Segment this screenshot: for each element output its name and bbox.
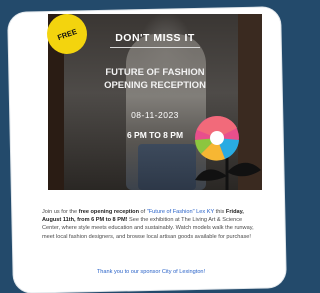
model-jeans: [138, 144, 196, 190]
sponsor-thanks-link[interactable]: Thank you to our sponsor City of Lexingt…: [42, 269, 260, 275]
future-of-fashion-link[interactable]: "Future of Fashion" Lex KY: [147, 209, 214, 215]
event-description: Join us for the free opening reception o…: [42, 209, 254, 240]
event-title-line2: OPENING RECEPTION: [104, 80, 206, 91]
heading-rule: [110, 47, 200, 48]
event-title-line1: FUTURE OF FASHION: [105, 67, 205, 78]
free-badge-label: FREE: [56, 26, 78, 42]
free-reception-text: free opening reception: [78, 209, 139, 215]
flower-logo-icon: [195, 116, 261, 190]
event-title: FUTURE OF FASHION OPENING RECEPTION: [48, 66, 262, 92]
